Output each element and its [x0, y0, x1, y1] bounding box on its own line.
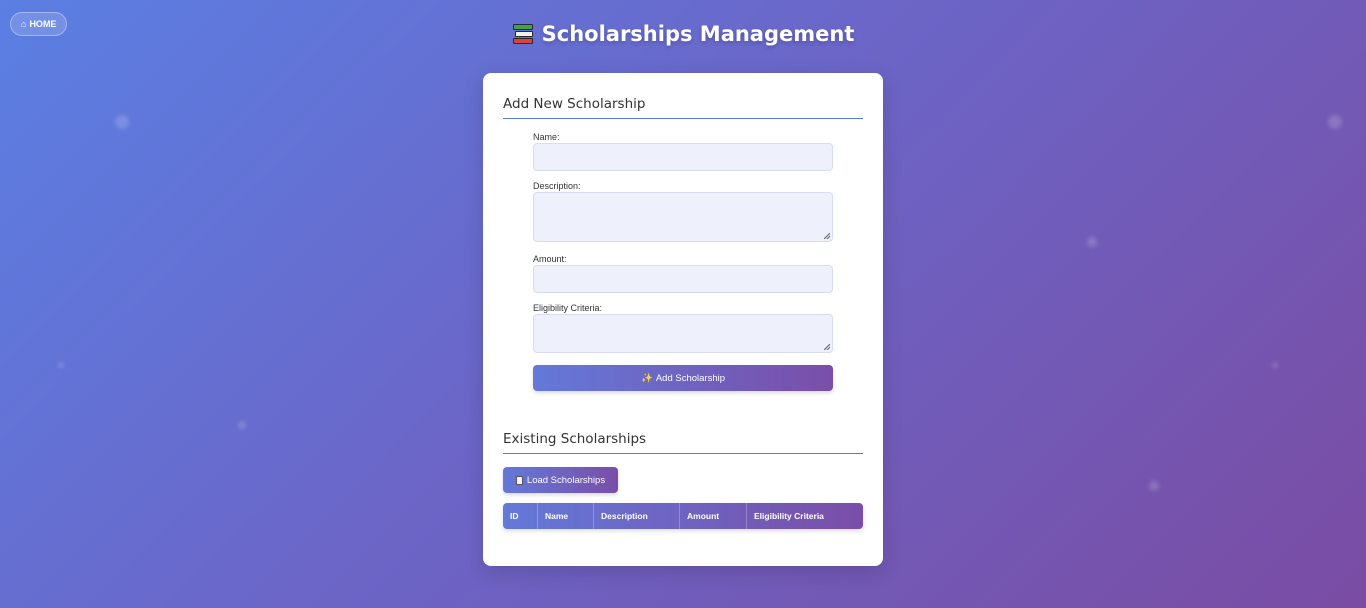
sparkle-icon: ✨	[640, 372, 653, 384]
load-scholarships-label: Load Scholarships	[526, 474, 606, 486]
page-title-text: Scholarships Management	[541, 22, 855, 46]
add-scholarship-button[interactable]: ✨ Add Scholarship	[533, 365, 833, 391]
column-header-id: ID	[503, 503, 538, 529]
amount-label: Amount:	[533, 254, 567, 264]
existing-scholarships-heading: Existing Scholarships	[503, 431, 863, 454]
resize-handle[interactable]	[824, 344, 830, 350]
resize-handle[interactable]	[824, 233, 830, 239]
clipboard-icon	[515, 475, 523, 485]
column-header-eligibility: Eligibility Criteria	[754, 511, 824, 521]
eligibility-textarea[interactable]	[533, 314, 833, 353]
column-header-description: Description	[594, 503, 680, 529]
amount-input[interactable]	[533, 265, 833, 293]
name-input[interactable]	[533, 143, 833, 171]
column-header-name: Name	[538, 503, 594, 529]
name-label: Name:	[533, 132, 560, 142]
add-scholarship-label: Add Scholarship	[655, 372, 726, 384]
scholarship-card: Add New Scholarship Name: Description: A…	[483, 73, 883, 566]
page-title: Scholarships Management	[0, 22, 1366, 46]
description-textarea[interactable]	[533, 192, 833, 242]
books-icon	[512, 23, 534, 45]
load-scholarships-button[interactable]: Load Scholarships	[503, 467, 618, 493]
eligibility-label: Eligibility Criteria:	[533, 303, 603, 313]
scholarships-table-header: ID Name Description Amount Eligibility C…	[503, 503, 863, 529]
column-header-amount: Amount	[680, 503, 747, 529]
description-label: Description:	[533, 181, 581, 191]
add-scholarship-heading: Add New Scholarship	[503, 96, 863, 119]
